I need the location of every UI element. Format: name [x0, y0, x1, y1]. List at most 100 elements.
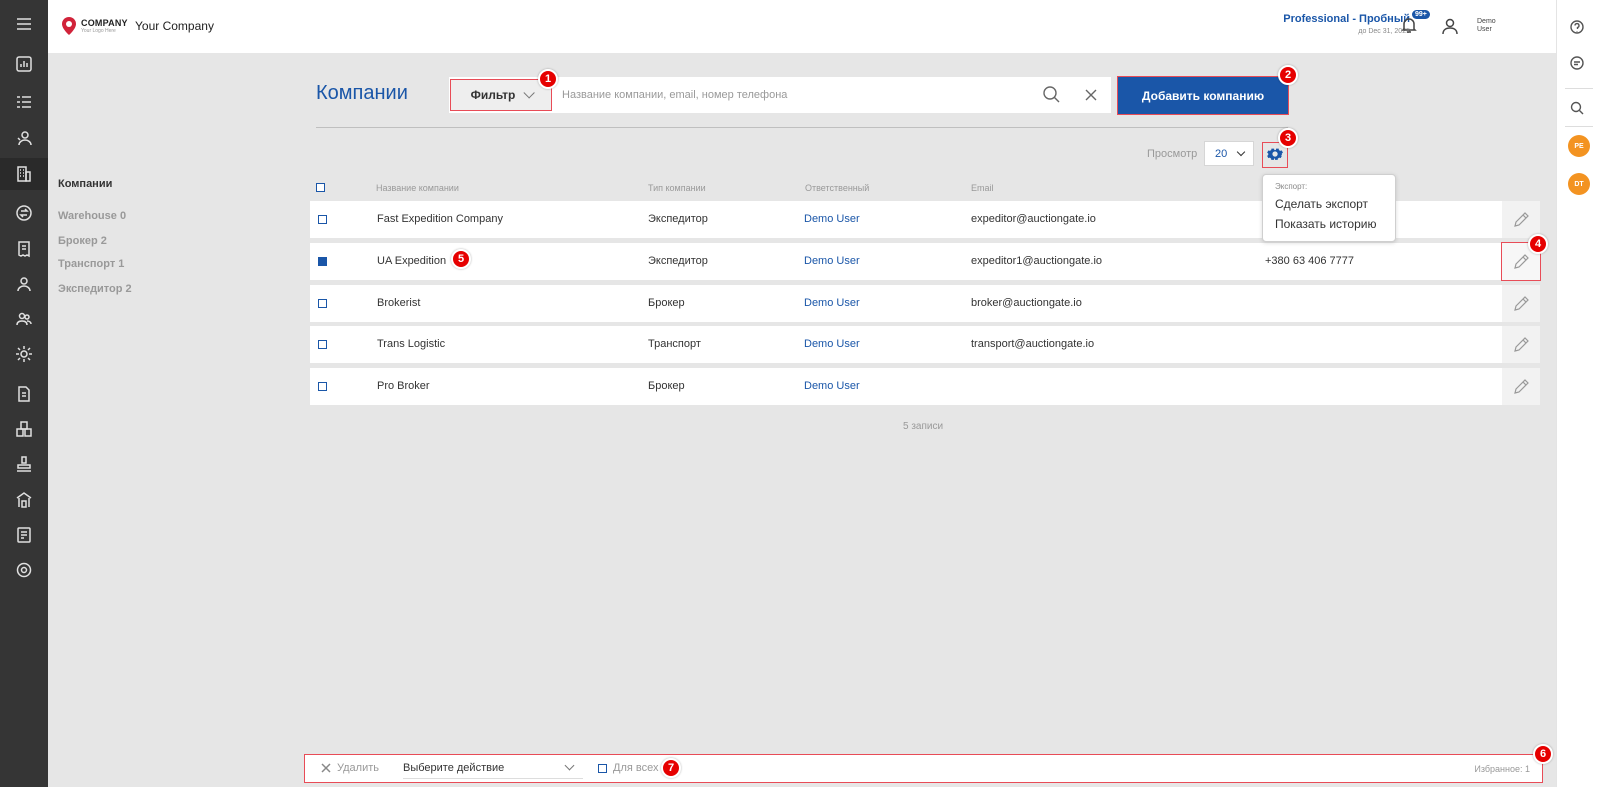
- table-row[interactable]: UA Expedition Экспедитор Demo User exped…: [310, 243, 1540, 280]
- records-count: 5 записи: [903, 421, 944, 432]
- exchange-icon[interactable]: [0, 197, 48, 229]
- user-avatar-icon[interactable]: [1441, 17, 1459, 40]
- close-icon: [321, 763, 331, 773]
- owner-link[interactable]: Demo User: [804, 213, 860, 225]
- user-name[interactable]: Demo User: [1477, 18, 1507, 34]
- delete-button[interactable]: Удалить: [321, 762, 379, 774]
- warehouse-icon[interactable]: [0, 413, 48, 445]
- owner-link[interactable]: Demo User: [804, 380, 860, 392]
- chevron-down-icon: [523, 87, 536, 99]
- search-input[interactable]: [562, 82, 1022, 108]
- company-name-cell[interactable]: Brokerist: [377, 297, 420, 309]
- row-checkbox[interactable]: [318, 215, 327, 224]
- rail-divider: [1565, 126, 1593, 127]
- company-name-cell[interactable]: Trans Logistic: [377, 338, 445, 350]
- chat-icon[interactable]: [1570, 56, 1588, 74]
- company-type-cell: Экспедитор: [648, 213, 708, 225]
- subnav-item-expeditor[interactable]: Экспедитор 2: [58, 283, 132, 295]
- company-logo[interactable]: COMPANY Your Logo Here: [60, 16, 128, 36]
- add-company-button[interactable]: Добавить компанию: [1118, 77, 1288, 114]
- table-row[interactable]: Brokerist Брокер Demo User broker@auctio…: [310, 285, 1540, 322]
- settings-nav-icon[interactable]: [0, 554, 48, 586]
- avatar-dt[interactable]: DT: [1568, 173, 1590, 195]
- company-name-cell[interactable]: Pro Broker: [377, 380, 430, 392]
- title-divider: [316, 127, 1288, 128]
- table-row[interactable]: Trans Logistic Транспорт Demo User trans…: [310, 326, 1540, 363]
- email-cell: transport@auctiongate.io: [971, 338, 1095, 350]
- action-select-value: Выберите действие: [403, 762, 505, 774]
- subnav-item-transport[interactable]: Транспорт 1: [58, 258, 124, 270]
- action-select[interactable]: Выберите действие: [403, 759, 583, 779]
- company-name-cell[interactable]: UA Expedition: [377, 255, 446, 267]
- team-icon[interactable]: [0, 303, 48, 335]
- dashboard-icon[interactable]: [0, 48, 48, 80]
- annotation-marker-5: 5: [451, 249, 471, 269]
- column-header-owner[interactable]: Ответственный: [805, 183, 869, 193]
- row-checkbox[interactable]: [318, 299, 327, 308]
- row-checkbox[interactable]: [318, 340, 327, 349]
- company-type-cell: Брокер: [648, 297, 685, 309]
- select-all-checkbox[interactable]: [316, 183, 325, 192]
- owner-link[interactable]: Demo User: [804, 297, 860, 309]
- export-menu-title: Экспорт:: [1275, 182, 1308, 191]
- page-title: Компании: [316, 82, 408, 104]
- stamp-icon[interactable]: [0, 448, 48, 480]
- filter-button[interactable]: Фильтр: [451, 80, 551, 110]
- clear-search-icon[interactable]: [1082, 86, 1100, 109]
- edit-pencil-icon[interactable]: [1502, 368, 1540, 405]
- row-checkbox[interactable]: [318, 257, 327, 266]
- right-rail: PE DT: [1556, 0, 1600, 787]
- help-icon[interactable]: [1570, 20, 1588, 38]
- for-all-label: Для всех: [613, 762, 659, 774]
- email-cell: expeditor@auctiongate.io: [971, 213, 1096, 225]
- table-row[interactable]: Pro Broker Брокер Demo User: [310, 368, 1540, 405]
- email-cell: broker@auctiongate.io: [971, 297, 1082, 309]
- logo-text: COMPANY: [81, 17, 128, 28]
- owner-link[interactable]: Demo User: [804, 338, 860, 350]
- plan-info[interactable]: Professional - Пробный до Dec 31, 2025: [1283, 13, 1410, 35]
- user-settings-icon[interactable]: [0, 338, 48, 370]
- companies-icon[interactable]: [0, 158, 48, 190]
- customs-icon[interactable]: [0, 484, 48, 516]
- company-name: Your Company: [135, 19, 214, 33]
- column-header-name[interactable]: Название компании: [376, 183, 459, 193]
- annotation-marker-4: 4: [1528, 234, 1548, 254]
- company-name-cell[interactable]: Fast Expedition Company: [377, 213, 503, 225]
- page-size-value: 20: [1215, 147, 1228, 160]
- company-type-cell: Транспорт: [648, 338, 701, 350]
- company-type-cell: Брокер: [648, 380, 685, 392]
- avatar-pe[interactable]: PE: [1568, 135, 1590, 157]
- edit-pencil-icon[interactable]: [1502, 326, 1540, 363]
- search-icon[interactable]: [1042, 85, 1060, 108]
- edit-pencil-icon[interactable]: [1502, 201, 1540, 238]
- column-header-type[interactable]: Тип компании: [648, 183, 706, 193]
- plan-date: до Dec 31, 2025: [1358, 28, 1410, 35]
- company-type-cell: Экспедитор: [648, 255, 708, 267]
- for-all-toggle[interactable]: Для всех: [598, 762, 658, 774]
- subnav-title[interactable]: Компании: [58, 178, 112, 190]
- subnav-item-broker[interactable]: Брокер 2: [58, 235, 107, 247]
- chevron-down-icon: [564, 760, 575, 771]
- owner-link[interactable]: Demo User: [804, 255, 860, 267]
- report-icon[interactable]: [0, 519, 48, 551]
- contacts-icon[interactable]: [0, 122, 48, 154]
- search-rail-icon[interactable]: [1570, 101, 1588, 119]
- menu-icon[interactable]: [0, 8, 48, 40]
- annotation-marker-2: 2: [1278, 65, 1298, 85]
- for-all-checkbox[interactable]: [598, 763, 607, 773]
- tasks-list-icon[interactable]: [0, 86, 48, 118]
- user-icon-nav[interactable]: [0, 268, 48, 300]
- receipt-icon[interactable]: [0, 233, 48, 265]
- export-menu-item-export[interactable]: Сделать экспорт: [1275, 197, 1368, 211]
- edit-pencil-icon[interactable]: [1502, 285, 1540, 322]
- page-size-select[interactable]: 20: [1204, 141, 1254, 166]
- export-menu-item-history[interactable]: Показать историю: [1275, 217, 1376, 231]
- notifications-bell-icon[interactable]: [1400, 16, 1420, 36]
- document-icon[interactable]: [0, 378, 48, 410]
- column-header-email[interactable]: Email: [971, 183, 994, 193]
- annotation-marker-6: 6: [1533, 744, 1553, 764]
- subnav-item-warehouse[interactable]: Warehouse 0: [58, 210, 126, 222]
- email-cell: expeditor1@auctiongate.io: [971, 255, 1103, 267]
- row-checkbox[interactable]: [318, 382, 327, 391]
- bulk-action-bar: Удалить Выберите действие Для всех Избра…: [304, 754, 1543, 783]
